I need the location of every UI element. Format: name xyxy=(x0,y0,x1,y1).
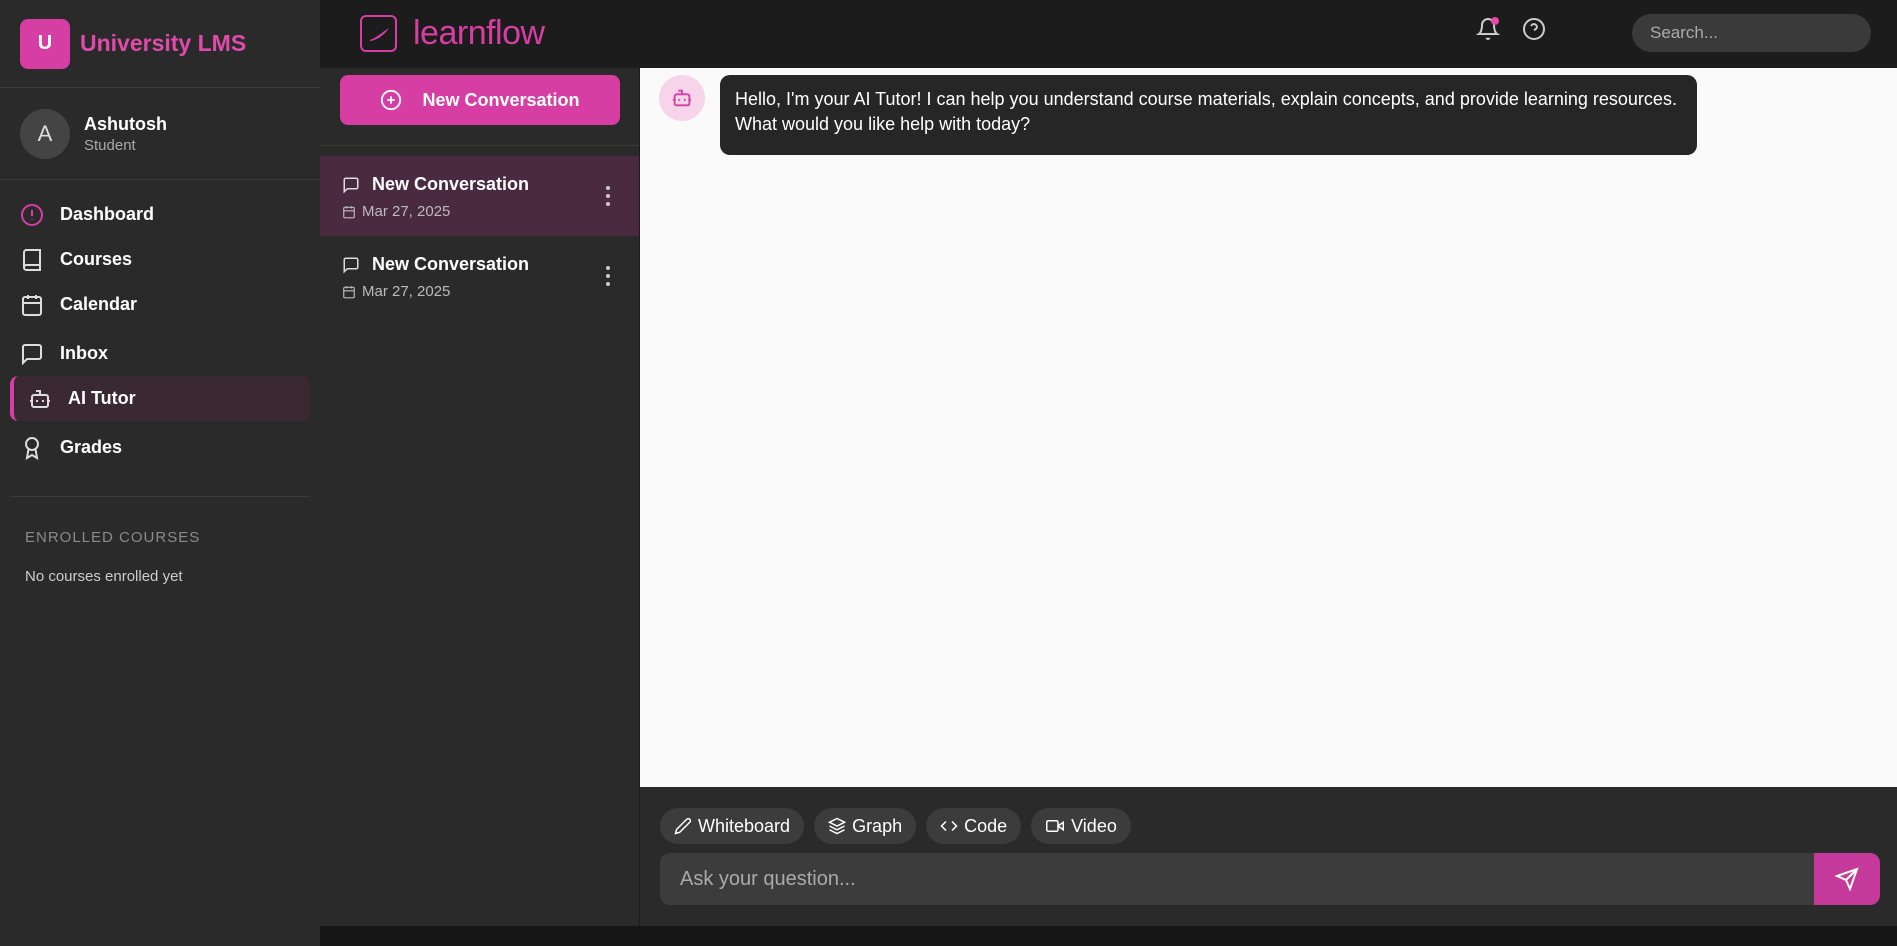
avatar: A xyxy=(20,108,70,159)
layers-icon xyxy=(828,817,847,835)
bot-message: Hello, I'm your AI Tutor! I can help you… xyxy=(720,75,1697,155)
calendar-icon xyxy=(343,205,355,218)
whiteboard-button[interactable]: Whiteboard xyxy=(660,808,805,844)
brand-badge: U xyxy=(20,18,70,69)
graph-button[interactable]: Graph xyxy=(814,808,917,844)
conversation-title: New Conversation xyxy=(372,174,530,194)
tool-buttons: Whiteboard Graph Code Video xyxy=(660,808,1131,844)
code-button[interactable]: Code xyxy=(926,808,1022,844)
conversations-panel: New Conversation New Conversation Mar 27… xyxy=(320,68,639,926)
graph-label: Graph xyxy=(852,815,903,836)
new-conversation-button[interactable]: New Conversation xyxy=(340,75,620,125)
whiteboard-label: Whiteboard xyxy=(698,815,791,836)
sidebar-item-label: AI Tutor xyxy=(68,388,136,408)
conversation-item[interactable]: New Conversation Mar 27, 2025 xyxy=(320,236,639,316)
send-button[interactable] xyxy=(1814,853,1880,905)
message-square-icon xyxy=(343,257,359,274)
book-icon xyxy=(20,248,44,272)
divider xyxy=(10,496,310,497)
pencil-icon xyxy=(674,817,692,835)
chat-area: Hello, I'm your AI Tutor! I can help you… xyxy=(640,68,1897,787)
bot-icon xyxy=(672,89,692,107)
video-icon xyxy=(1046,820,1065,832)
search-input[interactable] xyxy=(1650,23,1871,43)
message-square-icon xyxy=(343,177,359,194)
sidebar: U University LMS A Ashutosh Student Dash… xyxy=(0,0,320,946)
alert-circle-icon xyxy=(20,203,44,227)
conversation-item[interactable]: New Conversation Mar 27, 2025 xyxy=(320,156,639,236)
composer: Whiteboard Graph Code Video xyxy=(640,787,1897,926)
conversation-date-row: Mar 27, 2025 xyxy=(342,283,639,300)
logo[interactable]: learnflow xyxy=(360,14,545,53)
code-label: Code xyxy=(964,815,1008,836)
help-button[interactable] xyxy=(1521,16,1547,42)
brand-name[interactable]: University LMS xyxy=(80,30,246,57)
enrolled-courses-empty: No courses enrolled yet xyxy=(25,568,183,585)
sidebar-item-calendar[interactable]: Calendar xyxy=(10,282,310,327)
conversation-title: New Conversation xyxy=(372,254,530,274)
help-circle-icon xyxy=(1523,18,1545,40)
sidebar-item-dashboard[interactable]: Dashboard xyxy=(10,192,310,237)
topbar: learnflow xyxy=(320,0,1897,68)
sidebar-item-label: Inbox xyxy=(60,343,108,363)
video-button[interactable]: Video xyxy=(1031,808,1131,844)
award-icon xyxy=(20,436,44,460)
user-name: Ashutosh xyxy=(84,113,167,134)
message-square-icon xyxy=(20,342,44,366)
notification-dot xyxy=(1491,17,1499,25)
sidebar-item-label: Dashboard xyxy=(60,204,155,224)
new-conversation-label: New Conversation xyxy=(422,89,580,110)
sidebar-item-label: Courses xyxy=(60,249,133,269)
video-label: Video xyxy=(1071,815,1117,836)
brand: U University LMS xyxy=(0,0,320,88)
calendar-icon xyxy=(20,293,44,317)
bot-avatar xyxy=(659,75,705,121)
sidebar-item-label: Grades xyxy=(60,437,123,457)
question-input[interactable] xyxy=(660,853,1814,905)
user-profile[interactable]: A Ashutosh Student xyxy=(0,88,320,180)
main-nav: Dashboard Courses Calendar Inbox AI Tuto… xyxy=(0,180,320,470)
conversation-date-row: Mar 27, 2025 xyxy=(342,203,639,220)
top-icons xyxy=(1475,16,1547,42)
ask-box xyxy=(660,853,1880,905)
search-box xyxy=(1632,14,1871,52)
sidebar-item-grades[interactable]: Grades xyxy=(10,425,310,470)
bot-icon xyxy=(28,387,52,411)
learnflow-logo-icon xyxy=(360,15,397,52)
bottom-strip xyxy=(320,926,1897,946)
send-icon xyxy=(1835,867,1859,891)
logo-text: learnflow xyxy=(413,14,545,52)
sidebar-item-courses[interactable]: Courses xyxy=(10,237,310,282)
more-vertical-icon[interactable] xyxy=(605,186,611,206)
divider xyxy=(320,145,639,146)
enrolled-courses-title: ENROLLED COURSES xyxy=(25,529,201,546)
conversation-title-row: New Conversation xyxy=(342,254,639,275)
conversation-title-row: New Conversation xyxy=(342,174,639,195)
plus-circle-icon xyxy=(380,89,402,111)
conversation-date: Mar 27, 2025 xyxy=(362,203,451,220)
sidebar-item-inbox[interactable]: Inbox xyxy=(10,331,310,376)
notifications-button[interactable] xyxy=(1475,16,1501,42)
user-info: Ashutosh Student xyxy=(84,114,167,154)
more-vertical-icon[interactable] xyxy=(605,266,611,286)
calendar-icon xyxy=(343,285,355,298)
user-role: Student xyxy=(84,136,136,154)
code-icon xyxy=(940,820,958,832)
sidebar-item-ai-tutor[interactable]: AI Tutor xyxy=(10,376,310,421)
conversation-date: Mar 27, 2025 xyxy=(362,283,451,300)
sidebar-item-label: Calendar xyxy=(60,294,138,314)
